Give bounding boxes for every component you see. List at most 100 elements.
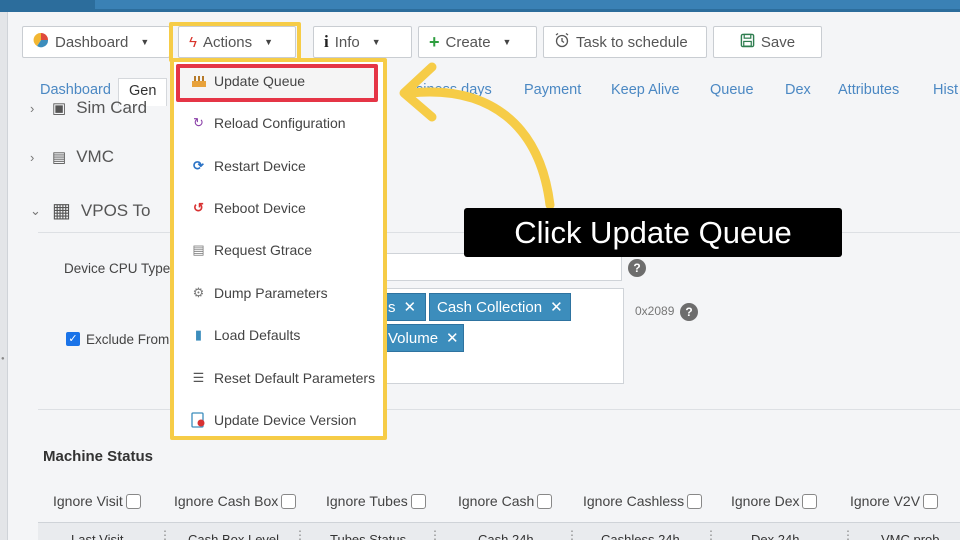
tab-queue[interactable]: Queue: [710, 82, 754, 98]
column-header[interactable]: VMC prob: [881, 532, 940, 540]
pie-chart-icon: [33, 32, 49, 52]
column-menu-icon[interactable]: ⋮: [429, 528, 441, 540]
menu-item-label: Update Device Version: [214, 411, 357, 428]
menu-item-reload-configuration[interactable]: ↻ Reload Configuration: [190, 114, 345, 131]
menu-item-reboot-device[interactable]: ↺ Reboot Device: [190, 199, 306, 216]
info-button[interactable]: i Info ▼: [313, 26, 412, 58]
section-sim-card[interactable]: › ▣ Sim Card: [30, 98, 147, 118]
section-vmc[interactable]: › ▤ VMC: [30, 147, 114, 167]
instruction-callout: Click Update Queue: [464, 208, 842, 257]
caret-down-icon: ▼: [502, 37, 512, 47]
hex-value: 0x2089: [635, 304, 675, 318]
exclude-tag-label: Volume: [388, 329, 439, 347]
machine-status-table-header: Last Visit ⋮ Cash Box Level ⋮ Tubes Stat…: [38, 522, 960, 540]
help-icon[interactable]: ?: [628, 259, 646, 277]
alarm-clock-icon: [554, 32, 570, 52]
ignore-dex-checkbox[interactable]: [802, 493, 818, 509]
exclude-label: Exclude From: [86, 332, 170, 347]
remove-tag-icon[interactable]: ✕: [446, 329, 459, 347]
load-icon: ▮: [194, 326, 203, 342]
exclude-tag: Volume ✕: [380, 324, 464, 352]
help-icon[interactable]: ?: [680, 303, 698, 321]
section-vmc-label: VMC: [76, 147, 114, 166]
menu-item-load-defaults[interactable]: ▮ Load Defaults: [190, 326, 300, 343]
column-header[interactable]: Last Visit: [71, 532, 124, 540]
column-menu-icon[interactable]: ⋮: [842, 528, 854, 540]
top-bar-strip: [95, 0, 960, 9]
sim-card-icon: ▣: [52, 100, 67, 117]
save-button[interactable]: Save: [713, 26, 822, 58]
ignore-visit-label: Ignore Visit: [53, 493, 123, 509]
schedule-label: Task to schedule: [576, 33, 688, 51]
column-header[interactable]: Cashless 24h: [601, 532, 680, 540]
ignore-v2v-option[interactable]: Ignore V2V: [850, 493, 939, 509]
ignore-cash-box-option[interactable]: Ignore Cash Box: [174, 493, 297, 509]
ignore-dex-option[interactable]: Ignore Dex: [731, 493, 818, 509]
tab-dashboard[interactable]: Dashboard: [40, 82, 111, 98]
list-icon: ☰: [192, 369, 205, 385]
ignore-v2v-checkbox[interactable]: [923, 493, 939, 509]
ignore-visit-option[interactable]: Ignore Visit: [53, 493, 141, 509]
ignore-tubes-label: Ignore Tubes: [326, 493, 408, 509]
remove-tag-icon[interactable]: ✕: [550, 298, 563, 316]
dashboard-button[interactable]: Dashboard ▼: [22, 26, 170, 58]
ignore-cash-checkbox[interactable]: [537, 493, 553, 509]
column-menu-icon[interactable]: ⋮: [294, 528, 306, 540]
gear-icon: ⚙: [192, 284, 205, 300]
info-label: Info: [334, 33, 360, 51]
column-header[interactable]: Cash 24h: [478, 532, 534, 540]
trace-document-icon: ▤: [192, 241, 205, 257]
menu-item-update-queue[interactable]: Update Queue: [190, 72, 305, 89]
tab-dex[interactable]: Dex: [785, 82, 811, 98]
ignore-cash-label: Ignore Cash: [458, 493, 535, 509]
tab-keep-alive[interactable]: Keep Alive: [611, 82, 680, 98]
floppy-disk-icon: [740, 33, 755, 52]
menu-item-restart-device[interactable]: ⟳ Restart Device: [190, 157, 306, 174]
collapse-handle-icon[interactable]: ●: [1, 356, 6, 362]
menu-item-label: Reboot Device: [214, 199, 306, 216]
ignore-cash-option[interactable]: Ignore Cash: [458, 493, 553, 509]
cpu-type-input[interactable]: [380, 253, 622, 281]
column-menu-icon[interactable]: ⋮: [705, 528, 717, 540]
chevron-right-icon: ›: [30, 100, 35, 116]
menu-item-label: Dump Parameters: [214, 284, 328, 301]
section-sim-card-label: Sim Card: [76, 98, 148, 117]
ignore-visit-checkbox[interactable]: [125, 493, 141, 509]
device-update-icon: [190, 411, 207, 428]
column-menu-icon[interactable]: ⋮: [566, 528, 578, 540]
top-bar: [0, 0, 960, 12]
ignore-v2v-label: Ignore V2V: [850, 493, 921, 509]
vending-machine-icon: ▤: [52, 149, 67, 166]
exclude-checkbox[interactable]: ✓: [66, 332, 80, 346]
column-menu-icon[interactable]: ⋮: [159, 528, 171, 540]
menu-item-reset-default-parameters[interactable]: ☰ Reset Default Parameters: [190, 369, 375, 386]
menu-item-update-device-version[interactable]: Update Device Version: [190, 411, 356, 428]
ignore-cash-box-checkbox[interactable]: [281, 493, 297, 509]
menu-item-label: Update Queue: [214, 72, 306, 89]
exclude-tag-label: Cash Collection: [437, 298, 543, 316]
column-header[interactable]: Tubes Status: [330, 532, 406, 540]
ignore-cashless-checkbox[interactable]: [687, 493, 703, 509]
actions-button-highlight: [169, 22, 301, 62]
ignore-tubes-checkbox[interactable]: [410, 493, 426, 509]
menu-item-dump-parameters[interactable]: ⚙ Dump Parameters: [190, 284, 328, 301]
section-vpos[interactable]: ⌄ ▦ VPOS To: [30, 198, 151, 223]
menu-item-request-gtrace[interactable]: ▤ Request Gtrace: [190, 241, 312, 258]
task-to-schedule-button[interactable]: Task to schedule: [543, 26, 707, 58]
plus-icon: +: [429, 31, 440, 52]
left-rail[interactable]: ●: [0, 12, 8, 540]
column-header[interactable]: Dex 24h: [751, 532, 799, 540]
remove-tag-icon[interactable]: ✕: [404, 298, 417, 316]
ignore-cashless-option[interactable]: Ignore Cashless: [583, 493, 703, 509]
dashboard-label: Dashboard: [55, 33, 129, 51]
exclude-tag-label: s: [388, 298, 396, 316]
ignore-dex-label: Ignore Dex: [731, 493, 800, 509]
ignore-tubes-option[interactable]: Ignore Tubes: [326, 493, 426, 509]
create-button[interactable]: + Create ▼: [418, 26, 537, 58]
chevron-right-icon: ›: [30, 149, 35, 165]
tab-history[interactable]: Hist: [933, 82, 958, 98]
chevron-down-icon: ⌄: [30, 202, 41, 218]
tab-attributes[interactable]: Attributes: [838, 82, 899, 98]
column-header[interactable]: Cash Box Level: [188, 532, 279, 540]
machine-status-title: Machine Status: [43, 448, 154, 465]
